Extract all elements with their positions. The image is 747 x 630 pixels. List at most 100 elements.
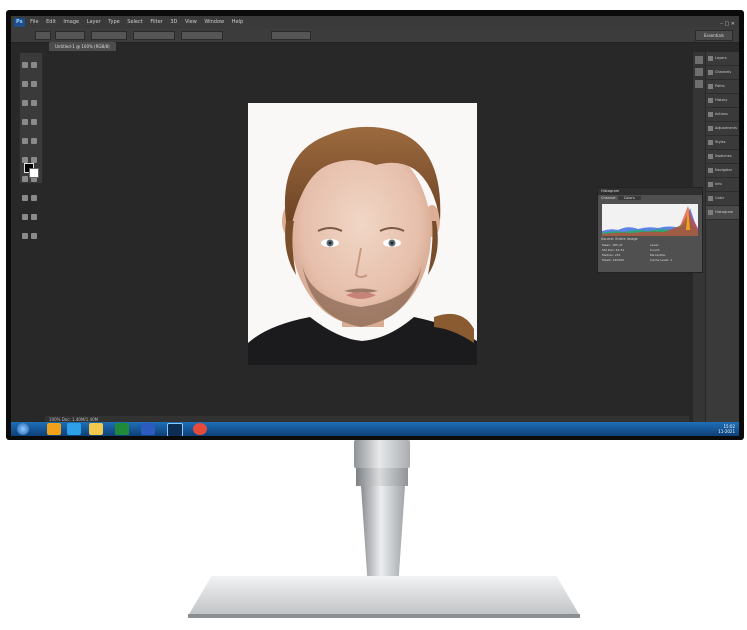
styles-icon (708, 139, 713, 145)
clone-stamp-tool-icon[interactable] (22, 138, 28, 144)
panel-tab-layers[interactable]: Layers (706, 52, 739, 66)
monitor-stand-pole (361, 486, 405, 576)
panel-tab-info[interactable]: Info (706, 178, 739, 192)
ie-taskbar-icon[interactable] (67, 423, 81, 435)
option-mode-select[interactable] (55, 31, 85, 40)
menu-image[interactable]: Image (63, 19, 79, 25)
menu-3d[interactable]: 3D (170, 19, 177, 25)
actions-icon (708, 111, 713, 117)
channel-select[interactable]: Colors (617, 196, 641, 200)
photoshop-taskbar-icon[interactable] (167, 423, 183, 436)
path-select-tool-icon[interactable] (22, 214, 28, 220)
option-height-field[interactable] (181, 31, 223, 40)
app-logo: Ps (14, 18, 25, 27)
panel-icon-properties[interactable] (695, 68, 703, 76)
histogram-stats-left: Mean: 185.47 Std Dev: 61.51 Median: 201 … (602, 243, 650, 263)
chrome-taskbar-icon[interactable] (193, 423, 207, 435)
histogram-icon (708, 209, 713, 215)
info-icon (708, 181, 713, 187)
paths-icon (708, 83, 713, 89)
channels-icon (708, 69, 713, 75)
panel-tab-swatches[interactable]: Swatches (706, 150, 739, 164)
zoom-tool-icon[interactable] (31, 233, 37, 239)
adjustments-icon (708, 125, 713, 131)
workspace-switcher[interactable]: Essentials (695, 30, 733, 41)
menu-window[interactable]: Window (204, 19, 224, 25)
move-tool-icon[interactable] (22, 62, 28, 68)
layers-icon (708, 55, 713, 61)
clock-date: 11-2021 (718, 429, 735, 434)
panel-tab-color[interactable]: Color (706, 192, 739, 206)
menu-file[interactable]: File (30, 19, 38, 25)
hand-tool-icon[interactable] (22, 233, 28, 239)
excel-taskbar-icon[interactable] (115, 423, 129, 435)
options-bar: Essentials (11, 28, 739, 43)
histogram-chart (602, 206, 698, 236)
shape-tool-icon[interactable] (31, 214, 37, 220)
histogram-panel-title[interactable]: Histogram (598, 188, 702, 195)
option-style-select[interactable] (91, 31, 127, 40)
channel-label: Channel: (601, 196, 617, 200)
marquee-tool-icon[interactable] (31, 62, 37, 68)
system-tray-clock[interactable]: 15:02 11-2021 (718, 424, 735, 434)
panel-tab-actions[interactable]: Actions (706, 108, 739, 122)
blur-tool-icon[interactable] (22, 176, 28, 182)
panel-tab-channels[interactable]: Channels (706, 66, 739, 80)
refine-edge-button[interactable] (271, 31, 311, 40)
eyedropper-tool-icon[interactable] (31, 100, 37, 106)
background-color-swatch[interactable] (29, 168, 39, 178)
monitor-stand-base-edge (188, 614, 580, 618)
menu-edit[interactable]: Edit (46, 19, 56, 25)
panel-tab-paths[interactable]: Paths (706, 80, 739, 94)
lasso-tool-icon[interactable] (22, 81, 28, 87)
swatches-icon (708, 153, 713, 159)
monitor-stand-neck (354, 440, 410, 468)
brush-tool-icon[interactable] (31, 119, 37, 125)
panel-tab-history[interactable]: History (706, 94, 739, 108)
type-tool-icon[interactable] (31, 195, 37, 201)
panel-icon-history[interactable] (695, 56, 703, 64)
start-button[interactable] (17, 423, 29, 435)
option-width-field[interactable] (133, 31, 175, 40)
panel-dock: Layers Channels Paths History Actions Ad… (706, 52, 739, 424)
tool-preset-picker[interactable] (35, 31, 51, 40)
crop-tool-icon[interactable] (22, 100, 28, 106)
history-brush-tool-icon[interactable] (31, 138, 37, 144)
menu-select[interactable]: Select (127, 19, 142, 25)
word-taskbar-icon[interactable] (141, 423, 155, 435)
pen-tool-icon[interactable] (22, 195, 28, 201)
source-select[interactable]: Entire Image (615, 237, 637, 241)
color-icon (708, 195, 713, 201)
menu-view[interactable]: View (185, 19, 197, 25)
panel-icon-character[interactable] (695, 80, 703, 88)
menu-type[interactable]: Type (108, 19, 119, 25)
histogram-panel: Histogram Channel: Colors Source: Entire… (597, 187, 703, 273)
menu-help[interactable]: Help (232, 19, 243, 25)
menu-layer[interactable]: Layer (87, 19, 101, 25)
panel-tab-styles[interactable]: Styles (706, 136, 739, 150)
histogram-graph (602, 204, 698, 236)
panel-tab-navigator[interactable]: Navigator (706, 164, 739, 178)
histogram-source-row: Source: Entire Image (598, 236, 638, 242)
tools-panel (19, 52, 43, 239)
monitor-screen: Ps File Edit Image Layer Type Select Fil… (11, 16, 739, 436)
menu-filter[interactable]: Filter (150, 19, 162, 25)
document-tab[interactable]: Untitled-1 @ 100% (RGB/8) (49, 42, 116, 51)
histogram-stats-right: Level: Count: Percentile: Cache Level: 1 (650, 243, 698, 263)
panel-tab-histogram[interactable]: Histogram (706, 206, 739, 220)
close-button[interactable]: ✕ (731, 21, 735, 27)
folder-taskbar-icon[interactable] (89, 423, 103, 435)
quick-select-tool-icon[interactable] (31, 81, 37, 87)
histogram-stats: Mean: 185.47 Std Dev: 61.51 Median: 201 … (602, 243, 698, 263)
healing-brush-tool-icon[interactable] (22, 119, 28, 125)
navigator-icon (708, 167, 713, 173)
panel-tab-adjustments[interactable]: Adjustments (706, 122, 739, 136)
source-label: Source: (601, 237, 615, 241)
monitor-stand-base (188, 576, 580, 616)
vlc-taskbar-icon[interactable] (47, 423, 61, 435)
minimize-button[interactable]: – (720, 21, 723, 27)
menu-bar: Ps File Edit Image Layer Type Select Fil… (11, 16, 739, 28)
portrait-photo[interactable] (248, 103, 477, 365)
maximize-button[interactable]: □ (724, 21, 729, 27)
portrait-image (248, 103, 477, 365)
